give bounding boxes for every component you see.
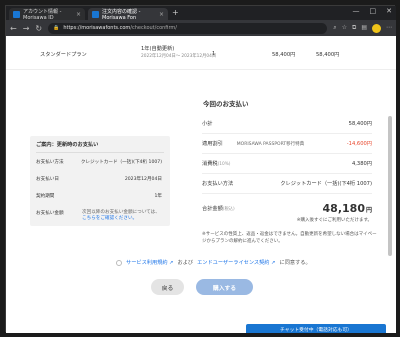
renewal-info-box: ご案内：更新時のお支払い お支払い方法 クレジットカード（一括)(下4桁 100… <box>30 136 170 226</box>
row-value: -14,600円 <box>346 141 372 147</box>
reload-icon[interactable]: ↻ <box>35 24 42 33</box>
page-scrollbar[interactable] <box>388 40 392 260</box>
profile-avatar[interactable] <box>372 23 381 33</box>
renewal-title: ご案内：更新時のお支払い <box>36 142 99 148</box>
plan-quantity: 1 <box>212 51 216 57</box>
plan-unit-price: 58,400円 <box>272 52 296 58</box>
payment-title: 今回のお支払い <box>203 100 249 108</box>
renewal-note: 次回以降のお支払い金額については、 こちらをご確認ください。 <box>82 210 166 222</box>
total-note: ※購入後すぐにご利用いただけます。 <box>296 218 372 223</box>
row-label: 契約期間 <box>36 194 55 199</box>
page-content: スタンダードプラン 1年(自動更新) 2022年12月04日〜 2023年12月… <box>6 36 396 333</box>
zoom-icon[interactable]: ⌕ <box>333 24 336 33</box>
row-label: お支払い方法 <box>202 181 234 187</box>
tab-order-confirm[interactable]: 注文内容の確認 - Morisawa Fon × <box>88 8 168 21</box>
refund-notice: ※サービスの性質上、返品・返金はできません。自動更新を希望しない場合はマイページ… <box>202 232 377 244</box>
close-tab-icon[interactable]: × <box>159 11 164 18</box>
plan-subtotal: 58,400円 <box>316 52 340 58</box>
url-path: /checkout/confirm/ <box>130 25 177 31</box>
tab-account-info[interactable]: アカウント情報 - Morisawa ID × <box>9 8 85 21</box>
toolbar-icons: ⌕ ☆ ⧉ ▤ ⋯ <box>333 23 392 33</box>
maximize-button[interactable]: □ <box>370 7 377 15</box>
address-bar[interactable]: 🔒 https://morisawafonts.com/checkout/con… <box>48 22 328 34</box>
collections-icon[interactable]: ▤ <box>361 24 367 33</box>
tax-rate: (10%) <box>217 162 231 167</box>
url-host: https://morisawafonts.com <box>63 25 131 31</box>
agreement-suffix: に同意する。 <box>279 260 311 266</box>
tab-bar: アカウント情報 - Morisawa ID × 注文内容の確認 - Morisa… <box>6 6 396 21</box>
total-row: 合計金額(税込) 48,180円 <box>202 194 372 215</box>
window-controls: — □ ✕ <box>353 7 393 15</box>
tab-label: 注文内容の確認 - Morisawa Fon <box>102 8 141 21</box>
total-value: 48,180 <box>322 202 365 215</box>
favorite-star-icon[interactable]: ☆ <box>342 24 347 33</box>
back-button[interactable]: 戻る <box>151 279 184 295</box>
row-label: お支払い金額 <box>36 211 64 216</box>
total-label-group: 合計金額(税込) <box>202 205 235 212</box>
extensions-icon[interactable]: ⧉ <box>352 24 356 33</box>
scrollbar-thumb[interactable] <box>388 116 392 256</box>
row-label: お支払い方法 <box>36 160 64 165</box>
tab-label: アカウント情報 - Morisawa ID <box>23 8 62 21</box>
renewal-row-method: お支払い方法 クレジットカード（一括)(下4桁 1007) <box>36 159 162 165</box>
browser-toolbar: ← → ↻ 🔒 https://morisawafonts.com/checko… <box>6 20 396 36</box>
row-value: 1年 <box>154 194 162 199</box>
site-favicon-icon <box>13 10 20 18</box>
renewal-row-term: 契約期間 1年 <box>36 193 162 199</box>
payment-row-discount: 適用割引 MORISAWA PASSPORT移行特典 -14,600円 <box>202 134 372 154</box>
row-value: 2023年12月04日 <box>124 177 162 182</box>
plan-duration: 1年(自動更新) 2022年12月04日〜 2023年12月04日 <box>141 46 216 60</box>
payment-summary: 小計 58,400円 適用割引 MORISAWA PASSPORT移行特典 -1… <box>202 114 372 223</box>
total-unit: 円 <box>365 207 372 214</box>
renewal-details-link[interactable]: こちらをご確認ください。 <box>82 216 137 221</box>
row-value: クレジットカード（一括)(下4桁 1007) <box>80 160 162 165</box>
payment-row-subtotal: 小計 58,400円 <box>202 114 372 134</box>
row-value: 58,400円 <box>348 121 372 127</box>
row-label: 適用割引 <box>202 141 223 147</box>
row-label: お支払い日 <box>36 177 59 182</box>
discount-name: MORISAWA PASSPORT移行特典 <box>236 141 305 147</box>
row-label: 小計 <box>202 121 213 127</box>
forward-arrow-icon[interactable]: → <box>23 24 30 33</box>
site-favicon-icon <box>92 10 99 18</box>
more-menu-icon[interactable]: ⋯ <box>386 24 392 33</box>
divider <box>36 152 164 153</box>
renewal-row-date: お支払い日 2023年12月04日 <box>36 176 162 182</box>
browser-window: アカウント情報 - Morisawa ID × 注文内容の確認 - Morisa… <box>5 5 396 333</box>
close-window-button[interactable]: ✕ <box>386 7 392 15</box>
terms-of-service-link[interactable]: サービス利用規約 ↗ <box>126 259 174 266</box>
plan-name: スタンダードプラン <box>40 52 87 58</box>
agreement-connector: および <box>177 260 194 266</box>
lock-icon: 🔒 <box>53 25 60 31</box>
payment-row-method: お支払い方法 クレジットカード（一括)(下4桁 1007) <box>202 174 372 194</box>
purchase-button[interactable]: 購入する <box>196 279 253 295</box>
agreement-row: サービス利用規約 ↗ および エンドユーザーライセンス契約 ↗ に同意する。 <box>116 259 311 266</box>
duration-dates: 2022年12月04日〜 2023年12月04日 <box>141 54 217 59</box>
row-value: 4,380円 <box>351 161 372 167</box>
back-arrow-icon[interactable]: ← <box>10 24 17 33</box>
row-label: 消費税(10%) <box>202 160 230 167</box>
chat-widget[interactable]: チャット受付中（電話対応も可） <box>246 324 386 333</box>
row-value: クレジットカード（一括)(下4桁 1007) <box>280 181 372 187</box>
tax-label: 消費税 <box>202 161 218 167</box>
agree-checkbox[interactable] <box>116 259 122 266</box>
total-label: 合計金額 <box>202 206 223 212</box>
new-tab-button[interactable]: + <box>172 8 179 17</box>
close-tab-icon[interactable]: × <box>76 11 81 18</box>
renewal-note-text: 次回以降のお支払い金額については、 <box>82 210 160 215</box>
duration-label: 1年(自動更新) <box>141 46 175 52</box>
total-sub: (税込) <box>222 207 235 212</box>
payment-row-tax: 消費税(10%) 4,380円 <box>202 154 372 174</box>
order-item-row: スタンダードプラン 1年(自動更新) 2022年12月04日〜 2023年12月… <box>6 40 396 70</box>
total-amount: 48,180円 <box>323 202 372 215</box>
minimize-button[interactable]: — <box>353 7 360 15</box>
eula-link[interactable]: エンドユーザーライセンス契約 ↗ <box>197 259 275 266</box>
